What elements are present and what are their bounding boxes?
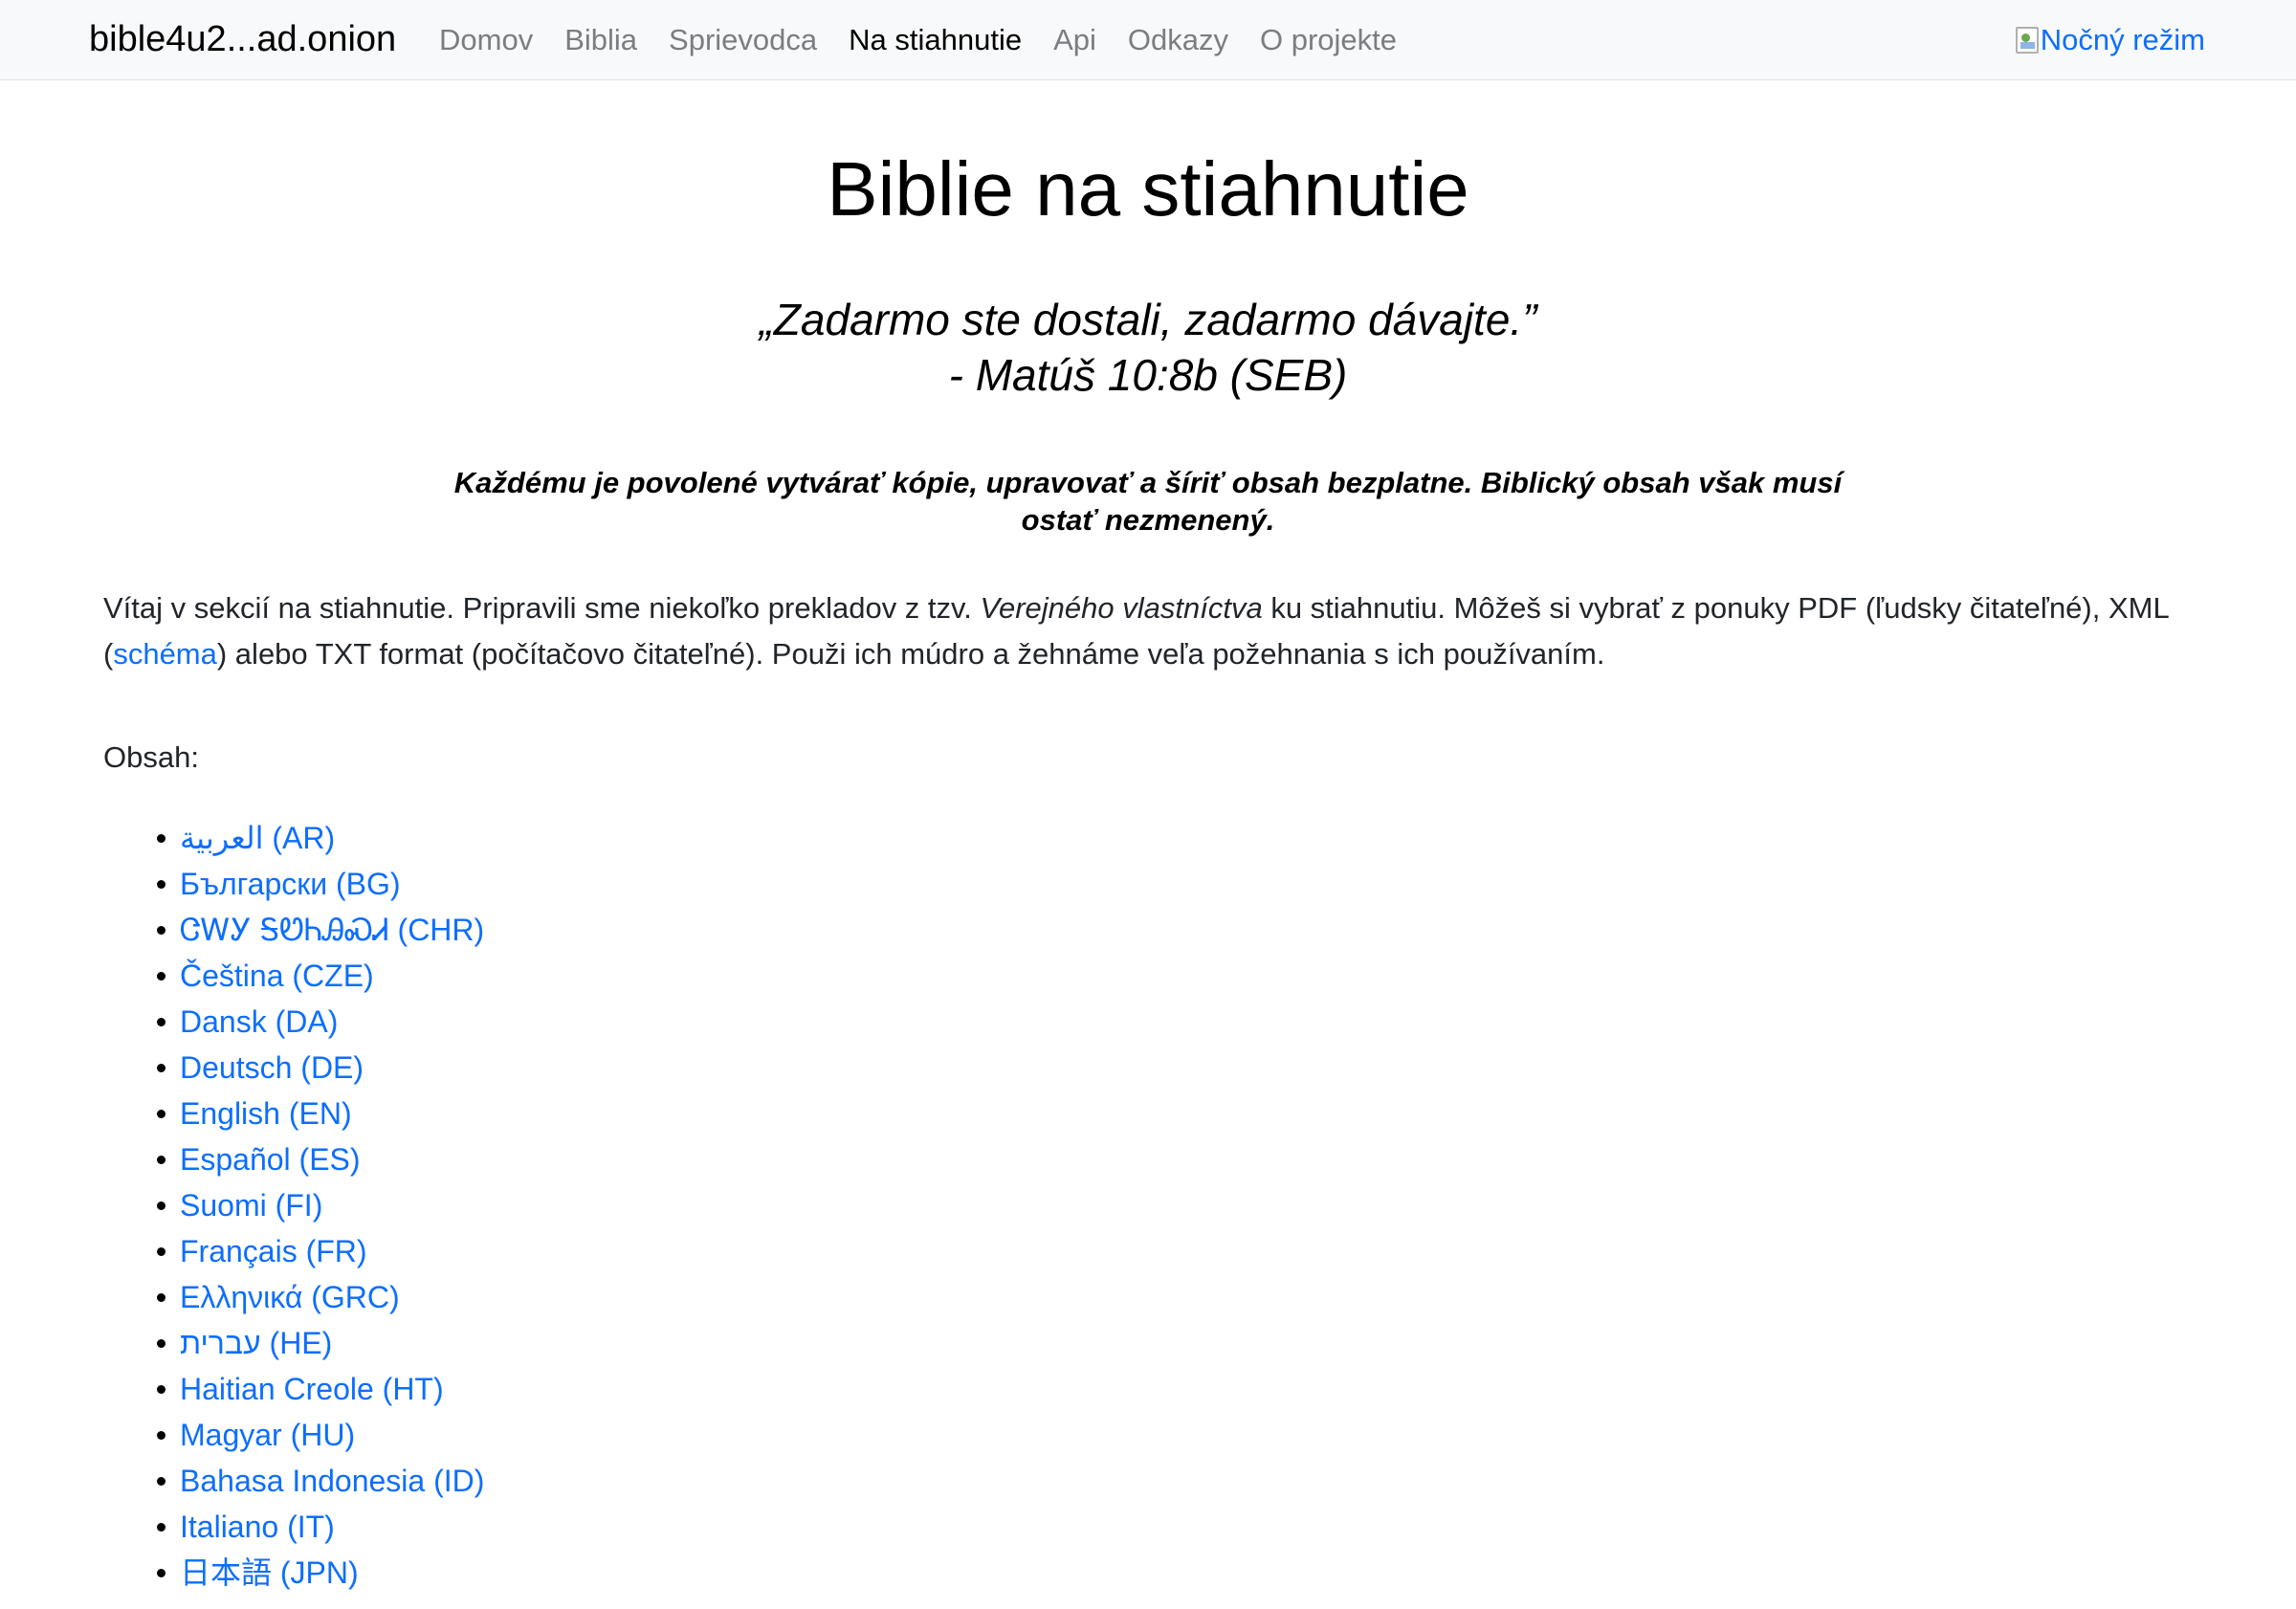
language-link[interactable]: Italiano (IT) (156, 1504, 484, 1550)
page-title: Biblie na stiahnutie (827, 146, 1469, 231)
intro-text-3: ) alebo TXT format (počítačovo čitateľné… (216, 637, 1605, 671)
language-list: العربية (AR) Български (BG) ᏣᎳᎩ ᎦᏬᏂᎯᏍᏗ (CH… (156, 815, 484, 1596)
language-link[interactable]: العربية (AR) (156, 815, 484, 861)
broken-image-icon (2015, 27, 2039, 54)
nav-link-o-projekte[interactable]: O projekte (1260, 23, 1397, 57)
language-link[interactable]: 日本語 (JPN) (156, 1550, 484, 1596)
bible-quote: „Zadarmo ste dostali, zadarmo dávajte.” … (0, 292, 2296, 403)
brand-link[interactable]: bible4u2...ad.onion (89, 19, 396, 60)
nav-link-domov[interactable]: Domov (439, 23, 533, 57)
language-link[interactable]: Español (ES) (156, 1136, 484, 1182)
intro-text-1: Vítaj v sekcií na stiahnutie. Pripravili… (103, 591, 981, 625)
language-link[interactable]: Suomi (FI) (156, 1182, 484, 1228)
language-link[interactable]: ᏣᎳᎩ ᎦᏬᏂᎯᏍᏗ (CHR) (156, 907, 484, 953)
nav-link-na-stiahnutie[interactable]: Na stiahnutie (849, 23, 1022, 57)
intro-paragraph: Vítaj v sekcií na stiahnutie. Pripravili… (103, 585, 2218, 677)
language-link[interactable]: Ελληνικά (GRC) (156, 1274, 484, 1320)
language-link[interactable]: English (EN) (156, 1091, 484, 1136)
contents-label: Obsah: (103, 740, 199, 774)
nav-link-api[interactable]: Api (1053, 23, 1096, 57)
top-navbar: bible4u2...ad.onion Domov Biblia Sprievodc… (0, 0, 2296, 80)
nav-link-odkazy[interactable]: Odkazy (1128, 23, 1228, 57)
schema-link[interactable]: schéma (113, 637, 217, 671)
language-link[interactable]: Français (FR) (156, 1228, 484, 1274)
language-link[interactable]: Български (BG) (156, 861, 484, 907)
language-link[interactable]: Bahasa Indonesia (ID) (156, 1458, 484, 1504)
nav-link-sprievodca[interactable]: Sprievodca (669, 23, 817, 57)
language-link[interactable]: עברית (HE) (156, 1320, 484, 1366)
night-mode-label: Nočný režim (2040, 23, 2205, 56)
quote-reference: - Matúš 10:8b (SEB) (948, 350, 1348, 400)
nav-menu: Domov Biblia Sprievodca Na stiahnutie Api Odk… (439, 23, 1428, 57)
language-link[interactable]: Deutsch (DE) (156, 1045, 484, 1091)
language-link[interactable]: Magyar (HU) (156, 1412, 484, 1458)
intro-emphasis: Verejného vlastníctva (980, 591, 1263, 625)
nav-link-biblia[interactable]: Biblia (564, 23, 637, 57)
language-link[interactable]: Čeština (CZE) (156, 953, 484, 999)
language-link[interactable]: Dansk (DA) (156, 999, 484, 1045)
night-mode-toggle[interactable]: Nočný režim (2015, 23, 2205, 57)
quote-text: „Zadarmo ste dostali, zadarmo dávajte.” (759, 295, 1537, 344)
language-link[interactable]: Haitian Creole (HT) (156, 1366, 484, 1412)
license-notice: Každému je povolené vytvárať kópie, upra… (453, 466, 1843, 537)
